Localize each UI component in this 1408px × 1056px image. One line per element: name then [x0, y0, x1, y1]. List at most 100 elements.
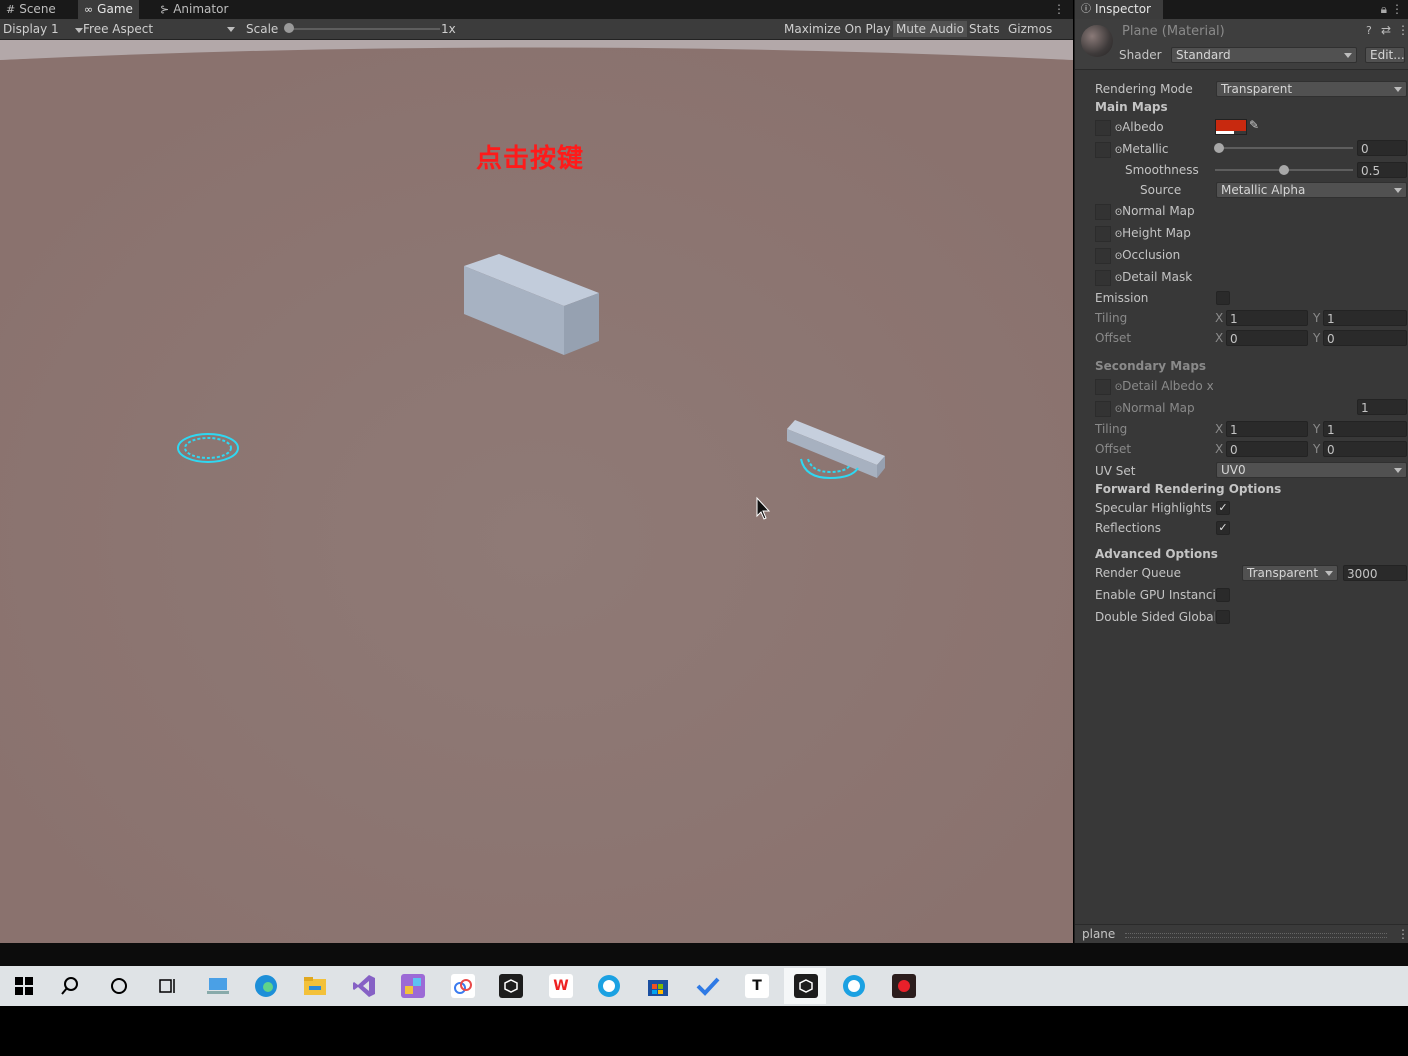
stats-button[interactable]: Stats — [966, 21, 1003, 37]
albedo-color-fill — [1216, 120, 1246, 131]
sec-tiling-x-field[interactable]: 1 — [1226, 421, 1308, 437]
tab-scene[interactable]: # Scene — [0, 0, 62, 19]
main-tiling-x-field[interactable]: 1 — [1226, 310, 1308, 326]
sec-offset-y-field[interactable]: 0 — [1323, 441, 1407, 457]
tab-animator[interactable]: ⊱ Animator — [154, 0, 234, 19]
mute-audio-button[interactable]: Mute Audio — [893, 21, 967, 37]
metallic-slider-track[interactable] — [1215, 147, 1353, 149]
visual-studio-icon[interactable] — [352, 974, 376, 998]
detail-mask-texture-slot[interactable] — [1095, 270, 1111, 286]
preview-drag-handle[interactable] — [1125, 933, 1387, 938]
editor-bottom-strip — [0, 943, 1408, 966]
maximize-on-play-button[interactable]: Maximize On Play — [781, 21, 894, 37]
secondary-normal-scale-field[interactable]: 1 — [1357, 399, 1407, 415]
sec-offset-x-field[interactable]: 0 — [1226, 441, 1308, 457]
rendering-mode-dropdown[interactable]: Transparent — [1216, 81, 1407, 97]
sec-offset-x-label: X — [1215, 442, 1224, 456]
secondary-normal-texture-slot[interactable] — [1095, 401, 1111, 417]
tab-inspector[interactable]: ⓘ Inspector — [1075, 0, 1163, 19]
render-queue-dropdown[interactable]: Transparent — [1242, 565, 1338, 581]
preset-icon[interactable]: ⇄ — [1381, 23, 1391, 37]
scale-slider-thumb[interactable] — [284, 23, 294, 33]
emission-checkbox[interactable] — [1216, 291, 1230, 305]
more-options-icon[interactable]: ⋮ — [1397, 927, 1408, 941]
gpu-instancing-checkbox[interactable] — [1216, 588, 1230, 602]
sec-tiling-x-label: X — [1215, 422, 1224, 436]
source-value: Metallic Alpha — [1221, 183, 1306, 197]
translate-icon[interactable] — [842, 974, 866, 998]
aspect-dropdown[interactable]: Free Aspect — [83, 19, 235, 39]
aspect-label: Free Aspect — [83, 22, 154, 36]
main-maps-header: Main Maps — [1095, 100, 1168, 114]
main-tiling-label: Tiling — [1095, 311, 1128, 325]
reflections-checkbox[interactable]: ✓ — [1216, 521, 1230, 535]
more-options-icon[interactable]: ⋮ — [1397, 23, 1408, 37]
source-dropdown[interactable]: Metallic Alpha — [1216, 182, 1407, 198]
unity-icon[interactable] — [499, 974, 523, 998]
baidu-netdisk-icon[interactable] — [451, 974, 475, 998]
tab-game[interactable]: ∞ Game — [78, 0, 139, 19]
windows-taskbar: W T — [0, 966, 1408, 1006]
occlusion-label-group: ʘOcclusion — [1115, 248, 1181, 262]
main-offset-y-field[interactable]: 0 — [1323, 330, 1407, 346]
scale-slider-track[interactable] — [290, 28, 440, 30]
specular-highlights-checkbox[interactable]: ✓ — [1216, 501, 1230, 515]
more-options-icon[interactable]: ⋮ — [1053, 2, 1065, 16]
metallic-value-field[interactable]: 0 — [1357, 140, 1407, 156]
metallic-texture-slot[interactable] — [1095, 142, 1111, 158]
game-overlay-text[interactable]: 点击按键 — [476, 138, 584, 175]
screen-recorder-icon[interactable] — [892, 974, 916, 998]
scene-render — [0, 40, 1073, 943]
more-options-icon[interactable]: ⋮ — [1391, 2, 1403, 16]
file-explorer-icon[interactable] — [303, 974, 327, 998]
main-offset-label: Offset — [1095, 331, 1132, 345]
windows-start-icon[interactable] — [12, 974, 36, 998]
uv-set-dropdown[interactable]: UV0 — [1216, 462, 1407, 478]
sec-tiling-y-label: Y — [1313, 422, 1321, 436]
chevron-down-icon — [1344, 53, 1352, 58]
smoothness-label: Smoothness — [1125, 163, 1199, 177]
eyedropper-icon[interactable]: ✎ — [1249, 118, 1259, 132]
edge-icon[interactable] — [254, 974, 278, 998]
smoothness-value-field[interactable]: 0.5 — [1357, 162, 1407, 178]
render-queue-mode: Transparent — [1247, 566, 1319, 580]
inspector-preview-bar[interactable]: plane ⋮ — [1075, 924, 1408, 944]
translate-icon[interactable] — [597, 974, 621, 998]
typora-icon[interactable]: T — [745, 974, 769, 998]
shader-dropdown[interactable]: Standard — [1171, 47, 1357, 63]
game-viewport[interactable]: 点击按键 — [0, 40, 1073, 943]
unity-icon[interactable] — [794, 974, 818, 998]
computer-icon[interactable] — [206, 974, 230, 998]
main-offset-x-field[interactable]: 0 — [1226, 330, 1308, 346]
shader-label: Shader — [1119, 48, 1162, 62]
lock-icon[interactable]: 🔒︎ — [1381, 2, 1387, 17]
rendering-mode-label: Rendering Mode — [1095, 82, 1193, 96]
wps-icon[interactable]: W — [549, 974, 573, 998]
help-icon[interactable]: ? — [1366, 24, 1372, 37]
occlusion-texture-slot[interactable] — [1095, 248, 1111, 264]
shader-value: Standard — [1176, 48, 1231, 62]
cortana-icon[interactable] — [107, 974, 131, 998]
albedo-texture-slot[interactable] — [1095, 120, 1111, 136]
gizmos-button[interactable]: Gizmos — [1005, 21, 1073, 49]
display-dropdown[interactable]: Display 1 — [3, 19, 83, 39]
albedo-color-swatch[interactable] — [1215, 119, 1247, 135]
task-view-icon[interactable] — [155, 974, 179, 998]
app-icon[interactable] — [401, 974, 425, 998]
shader-edit-button[interactable]: Edit... — [1365, 47, 1405, 63]
store-icon[interactable] — [646, 974, 670, 998]
normal-map-texture-slot[interactable] — [1095, 204, 1111, 220]
metallic-slider-thumb[interactable] — [1214, 143, 1224, 153]
sec-tiling-y-field[interactable]: 1 — [1323, 421, 1407, 437]
smoothness-slider-thumb[interactable] — [1279, 165, 1289, 175]
main-tiling-y-field[interactable]: 1 — [1323, 310, 1407, 326]
tab-animator-label: Animator — [173, 2, 229, 16]
advanced-options-header: Advanced Options — [1095, 547, 1218, 561]
render-queue-value-field[interactable]: 3000 — [1343, 565, 1407, 581]
detail-albedo-texture-slot[interactable] — [1095, 379, 1111, 395]
search-icon[interactable] — [58, 974, 82, 998]
scale-value: 1x — [441, 22, 456, 36]
todo-icon[interactable] — [696, 974, 720, 998]
height-map-texture-slot[interactable] — [1095, 226, 1111, 242]
double-sided-gi-checkbox[interactable] — [1216, 610, 1230, 624]
